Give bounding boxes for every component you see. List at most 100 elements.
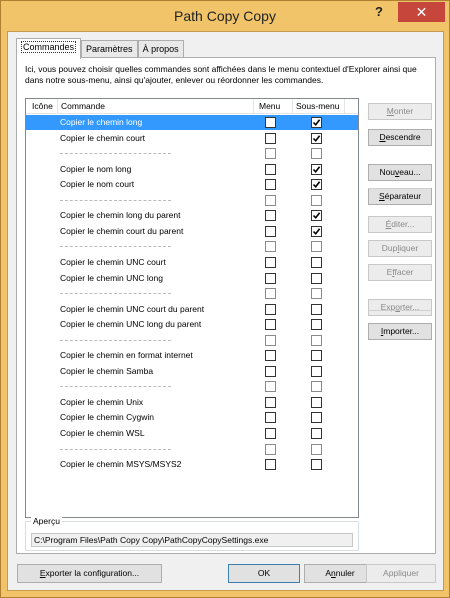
submenu-checkbox[interactable] (311, 226, 322, 237)
importer-button[interactable]: Importer... (368, 323, 432, 340)
command-row[interactable]: Copier le chemin UNC court du parent (26, 302, 358, 317)
menu-checkbox[interactable] (265, 304, 276, 315)
submenu-checkbox[interactable] (311, 117, 322, 128)
submenu-checkbox[interactable] (311, 412, 322, 423)
menu-checkbox[interactable] (265, 195, 276, 206)
dialog-client: Commandes Paramètres À propos Ici, vous … (7, 31, 444, 591)
command-row[interactable]: Copier le chemin Unix (26, 395, 358, 410)
menu-checkbox[interactable] (265, 288, 276, 299)
menu-checkbox[interactable] (265, 397, 276, 408)
effacer-button[interactable]: Effacer (368, 264, 432, 281)
menu-checkbox[interactable] (265, 428, 276, 439)
separator-row[interactable] (26, 146, 358, 161)
exporter-button[interactable]: Exporter... (368, 299, 432, 316)
separator-row[interactable] (26, 442, 358, 457)
command-row[interactable]: Copier le chemin long du parent (26, 208, 358, 223)
command-row[interactable]: Copier le chemin Cygwin (26, 410, 358, 425)
menu-checkbox[interactable] (265, 444, 276, 455)
menu-checkbox[interactable] (265, 164, 276, 175)
submenu-checkbox[interactable] (311, 133, 322, 144)
column-divider[interactable] (57, 99, 58, 113)
tab-commandes[interactable]: Commandes (16, 38, 82, 59)
submenu-checkbox[interactable] (311, 350, 322, 361)
command-row[interactable]: Copier le chemin WSL (26, 426, 358, 441)
title-bar[interactable]: Path Copy Copy ? ✕ (1, 1, 449, 31)
command-row[interactable]: Copier le chemin long (26, 115, 358, 130)
column-submenu[interactable]: Sous-menu (296, 101, 339, 111)
command-row[interactable]: Copier le nom long (26, 162, 358, 177)
menu-checkbox[interactable] (265, 148, 276, 159)
command-row[interactable]: Copier le chemin court (26, 131, 358, 146)
command-row[interactable]: Copier le chemin MSYS/MSYS2 (26, 457, 358, 472)
menu-checkbox[interactable] (265, 335, 276, 346)
menu-checkbox[interactable] (265, 381, 276, 392)
descendre-button[interactable]: Descendre (368, 129, 432, 146)
submenu-checkbox[interactable] (311, 288, 322, 299)
submenu-checkbox[interactable] (311, 241, 322, 252)
menu-checkbox[interactable] (265, 366, 276, 377)
column-menu[interactable]: Menu (259, 101, 280, 111)
menu-checkbox[interactable] (265, 319, 276, 330)
command-row[interactable]: Copier le chemin UNC court (26, 255, 358, 270)
command-row[interactable]: Copier le chemin Samba (26, 364, 358, 379)
menu-checkbox[interactable] (265, 210, 276, 221)
separator-row[interactable] (26, 379, 358, 394)
nouveau-button[interactable]: Nouveau... (368, 164, 432, 181)
column-divider[interactable] (292, 99, 293, 113)
menu-checkbox[interactable] (265, 257, 276, 268)
separator-row[interactable] (26, 333, 358, 348)
submenu-checkbox[interactable] (311, 148, 322, 159)
submenu-checkbox[interactable] (311, 444, 322, 455)
menu-checkbox[interactable] (265, 241, 276, 252)
editer-button[interactable]: Éditer... (368, 216, 432, 233)
menu-checkbox[interactable] (265, 350, 276, 361)
submenu-checkbox[interactable] (311, 335, 322, 346)
command-row[interactable]: Copier le chemin UNC long (26, 271, 358, 286)
apply-button[interactable]: Appliquer (366, 564, 436, 583)
command-row[interactable]: Copier le nom court (26, 177, 358, 192)
menu-checkbox[interactable] (265, 179, 276, 190)
submenu-checkbox[interactable] (311, 257, 322, 268)
close-button[interactable]: ✕ (398, 2, 445, 22)
help-button[interactable]: ? (364, 3, 394, 21)
submenu-checkbox[interactable] (311, 179, 322, 190)
menu-checkbox[interactable] (265, 273, 276, 284)
submenu-checkbox[interactable] (311, 397, 322, 408)
commands-list[interactable]: Icône Commande Menu Sous-menu Copier le … (25, 98, 359, 518)
submenu-checkbox[interactable] (311, 428, 322, 439)
submenu-checkbox[interactable] (311, 381, 322, 392)
monter-button[interactable]: Monter (368, 103, 432, 120)
column-divider[interactable] (344, 99, 345, 113)
command-row[interactable]: Copier le chemin UNC long du parent (26, 317, 358, 332)
submenu-checkbox[interactable] (311, 210, 322, 221)
separator-line (60, 153, 171, 154)
menu-checkbox[interactable] (265, 133, 276, 144)
submenu-checkbox[interactable] (311, 273, 322, 284)
submenu-checkbox[interactable] (311, 459, 322, 470)
column-divider[interactable] (253, 99, 254, 113)
ok-button[interactable]: OK (228, 564, 300, 583)
command-row[interactable]: Copier le chemin en format internet (26, 348, 358, 363)
menu-checkbox[interactable] (265, 226, 276, 237)
submenu-checkbox[interactable] (311, 366, 322, 377)
submenu-checkbox[interactable] (311, 304, 322, 315)
menu-checkbox[interactable] (265, 117, 276, 128)
column-icon[interactable]: Icône (32, 101, 53, 111)
command-name: Copier le chemin UNC court (60, 257, 166, 267)
separator-row[interactable] (26, 239, 358, 254)
submenu-checkbox[interactable] (311, 164, 322, 175)
importer-label: Importer... (380, 326, 420, 336)
separator-row[interactable] (26, 286, 358, 301)
tab-parametres[interactable]: Paramètres (81, 40, 138, 58)
column-command[interactable]: Commande (61, 101, 105, 111)
menu-checkbox[interactable] (265, 412, 276, 423)
separator-row[interactable] (26, 193, 358, 208)
submenu-checkbox[interactable] (311, 195, 322, 206)
separateur-button[interactable]: Séparateur (368, 188, 432, 205)
command-row[interactable]: Copier le chemin court du parent (26, 224, 358, 239)
menu-checkbox[interactable] (265, 459, 276, 470)
submenu-checkbox[interactable] (311, 319, 322, 330)
export-config-button[interactable]: Exporter la configuration... (17, 564, 162, 583)
tab-a-propos[interactable]: À propos (137, 40, 184, 58)
dupliquer-button[interactable]: Dupliquer (368, 240, 432, 257)
